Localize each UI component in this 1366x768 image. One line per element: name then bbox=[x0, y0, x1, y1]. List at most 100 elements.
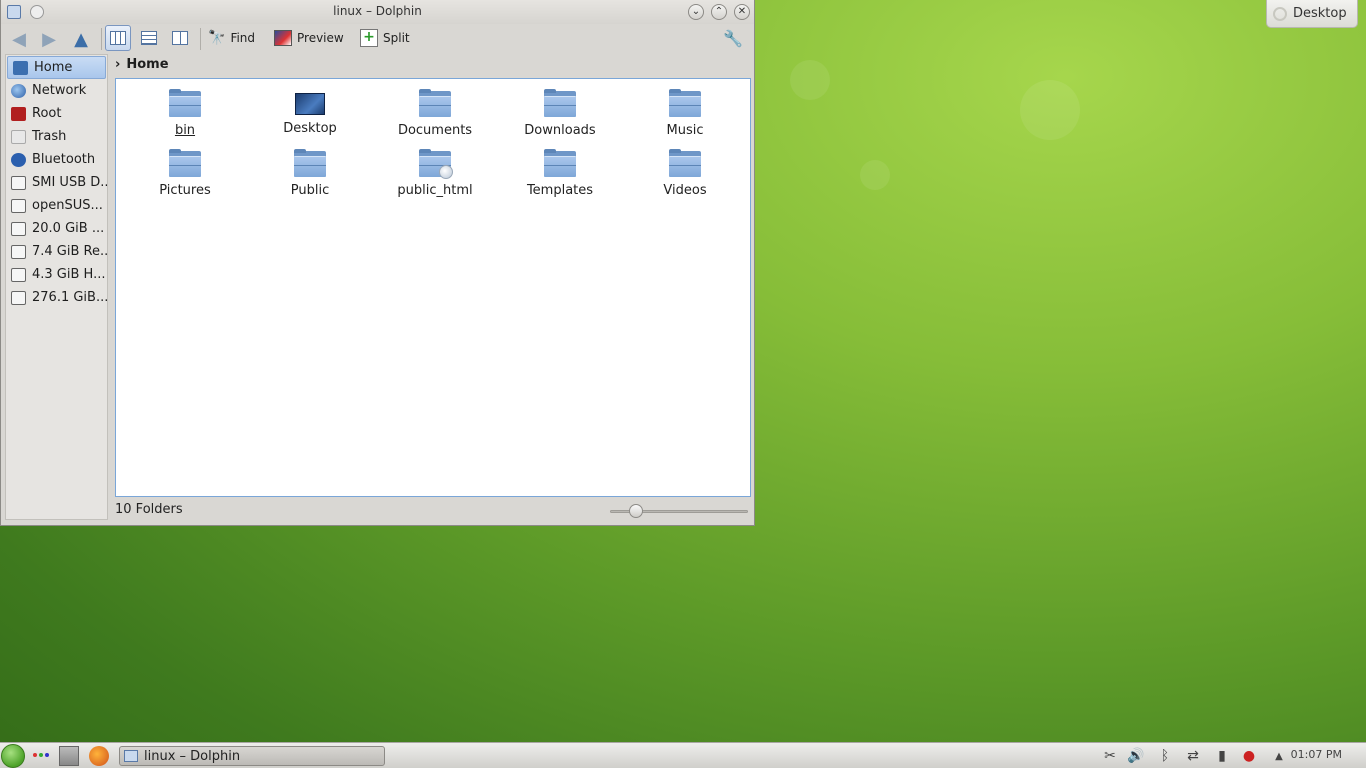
dolphin-window: linux – Dolphin ⌄ ⌃ ✕ ◀ ▶ ▲ 🔭 Find Previ… bbox=[0, 0, 755, 526]
breadcrumb-home[interactable]: Home bbox=[126, 57, 168, 72]
activity-manager-icon[interactable] bbox=[33, 753, 49, 757]
sidebar-item-20-0-gib[interactable]: 20.0 GiB ... bbox=[6, 217, 107, 240]
clock[interactable]: 01:07 PM bbox=[1291, 748, 1342, 761]
status-text: 10 Folders bbox=[115, 502, 183, 517]
folder-icon bbox=[544, 89, 576, 117]
preview-label: Preview bbox=[297, 31, 344, 45]
icons-view-button[interactable] bbox=[105, 25, 131, 51]
sidebar-item-label: Trash bbox=[32, 129, 67, 144]
folder-icon bbox=[169, 89, 201, 117]
folder-icon bbox=[544, 149, 576, 177]
preview-button[interactable]: Preview bbox=[274, 26, 344, 50]
forward-arrow-icon[interactable]: ▶ bbox=[38, 28, 60, 50]
drive-icon bbox=[11, 221, 26, 236]
drive-icon bbox=[11, 198, 26, 213]
sidebar-item-smi-usb-d[interactable]: SMI USB D... bbox=[6, 171, 107, 194]
globe-overlay-icon bbox=[439, 165, 453, 179]
close-button[interactable]: ✕ bbox=[734, 4, 750, 20]
sidebar-item-label: 276.1 GiB... bbox=[32, 290, 107, 305]
sidebar-item-label: 20.0 GiB ... bbox=[32, 221, 105, 236]
file-item[interactable]: Music bbox=[630, 89, 740, 145]
sidebar-item-bluetooth[interactable]: Bluetooth bbox=[6, 148, 107, 171]
file-item[interactable]: bin bbox=[130, 89, 240, 145]
split-button[interactable]: + Split bbox=[360, 26, 410, 50]
file-item[interactable]: Public bbox=[255, 149, 365, 205]
dolphin-icon bbox=[124, 750, 138, 762]
file-item[interactable]: Documents bbox=[380, 89, 490, 145]
file-name: Templates bbox=[526, 183, 594, 198]
file-name: Public bbox=[290, 183, 330, 198]
folder-icon bbox=[669, 89, 701, 117]
taskbar: linux – Dolphin ✂ 🔊 ᛒ ⇄ ▮ ● ▲ 01:07 PM bbox=[0, 742, 1366, 768]
toolbar-separator bbox=[200, 28, 201, 50]
file-name: Videos bbox=[663, 183, 707, 198]
battery-icon[interactable]: ▮ bbox=[1213, 747, 1231, 765]
updater-icon[interactable]: ● bbox=[1240, 747, 1258, 765]
file-name: Pictures bbox=[159, 183, 211, 198]
icons-view-icon bbox=[110, 31, 126, 45]
file-item[interactable]: Downloads bbox=[505, 89, 615, 145]
file-name: Music bbox=[666, 123, 704, 138]
sidebar-item-home[interactable]: Home bbox=[7, 56, 106, 79]
folder-icon bbox=[294, 149, 326, 177]
wallpaper-bokeh bbox=[860, 160, 890, 190]
sidebar-item-276-1-gib[interactable]: 276.1 GiB... bbox=[6, 286, 107, 309]
sidebar-item-opensus[interactable]: openSUS... bbox=[6, 194, 107, 217]
maximize-button[interactable]: ⌃ bbox=[711, 4, 727, 20]
details-view-button[interactable] bbox=[136, 25, 162, 51]
desktop-toolbox-button[interactable]: Desktop bbox=[1266, 0, 1358, 28]
network-icon[interactable]: ⇄ bbox=[1184, 747, 1202, 765]
places-panel: Home Network Root Trash Bluetooth SMI USB D..… bbox=[5, 54, 108, 520]
sidebar-item-root[interactable]: Root bbox=[6, 102, 107, 125]
find-label: Find bbox=[230, 31, 256, 45]
sidebar-item-4-3-gib-h[interactable]: 4.3 GiB H... bbox=[6, 263, 107, 286]
file-name: public_html bbox=[397, 183, 473, 198]
application-launcher-icon[interactable] bbox=[1, 744, 25, 768]
wallpaper-bokeh bbox=[1020, 80, 1080, 140]
file-manager-launcher-icon[interactable] bbox=[59, 746, 79, 766]
split-icon: + bbox=[360, 29, 378, 47]
zoom-slider[interactable] bbox=[610, 504, 748, 518]
sidebar-item-label: 7.4 GiB Re... bbox=[32, 244, 107, 259]
window-title: linux – Dolphin bbox=[333, 4, 422, 18]
sidebar-item-trash[interactable]: Trash bbox=[6, 125, 107, 148]
task-label: linux – Dolphin bbox=[144, 748, 241, 764]
find-button[interactable]: 🔭 Find bbox=[208, 26, 255, 50]
columns-view-button[interactable] bbox=[167, 25, 193, 51]
task-dolphin[interactable]: linux – Dolphin bbox=[119, 746, 385, 766]
split-label: Split bbox=[383, 31, 410, 45]
folder-icon bbox=[419, 89, 451, 117]
file-item[interactable]: Pictures bbox=[130, 149, 240, 205]
toolbar: ◀ ▶ ▲ 🔭 Find Preview + Split 🔧 bbox=[1, 24, 754, 52]
drive-icon bbox=[11, 267, 26, 282]
sidebar-item-network[interactable]: Network bbox=[6, 79, 107, 102]
cashew-icon bbox=[1273, 6, 1287, 21]
desktop-button-label: Desktop bbox=[1293, 6, 1347, 21]
volume-icon[interactable]: 🔊 bbox=[1127, 747, 1145, 765]
control-menu-button[interactable]: 🔧 bbox=[723, 26, 743, 50]
file-name: bin bbox=[174, 123, 196, 138]
zoom-slider-handle[interactable] bbox=[629, 504, 643, 518]
sidebar-item-label: SMI USB D... bbox=[32, 175, 107, 190]
title-bar[interactable]: linux – Dolphin ⌄ ⌃ ✕ bbox=[1, 0, 754, 24]
bluetooth-icon[interactable]: ᛒ bbox=[1156, 747, 1174, 765]
show-hidden-icons-icon[interactable]: ▲ bbox=[1270, 747, 1288, 765]
breadcrumb[interactable]: › Home bbox=[115, 54, 169, 74]
file-name: Downloads bbox=[524, 123, 596, 138]
desktop-folder-icon bbox=[295, 93, 325, 115]
file-item[interactable]: Videos bbox=[630, 149, 740, 205]
file-item[interactable]: Desktop bbox=[255, 89, 365, 145]
up-arrow-icon[interactable]: ▲ bbox=[70, 28, 92, 50]
firefox-icon[interactable] bbox=[89, 746, 109, 766]
sidebar-item-label: Root bbox=[32, 106, 62, 121]
file-item[interactable]: Templates bbox=[505, 149, 615, 205]
drive-icon bbox=[11, 290, 26, 305]
minimize-button[interactable]: ⌄ bbox=[688, 4, 704, 20]
scissors-icon[interactable]: ✂ bbox=[1101, 747, 1119, 765]
file-item[interactable]: public_html bbox=[380, 149, 490, 205]
back-arrow-icon[interactable]: ◀ bbox=[8, 28, 30, 50]
file-view[interactable]: bin Desktop Documents Downloads Music Picture… bbox=[115, 78, 751, 497]
sidebar-item-7-4-gib-re[interactable]: 7.4 GiB Re... bbox=[6, 240, 107, 263]
folder-icon bbox=[669, 149, 701, 177]
wrench-icon: 🔧 bbox=[723, 28, 743, 48]
